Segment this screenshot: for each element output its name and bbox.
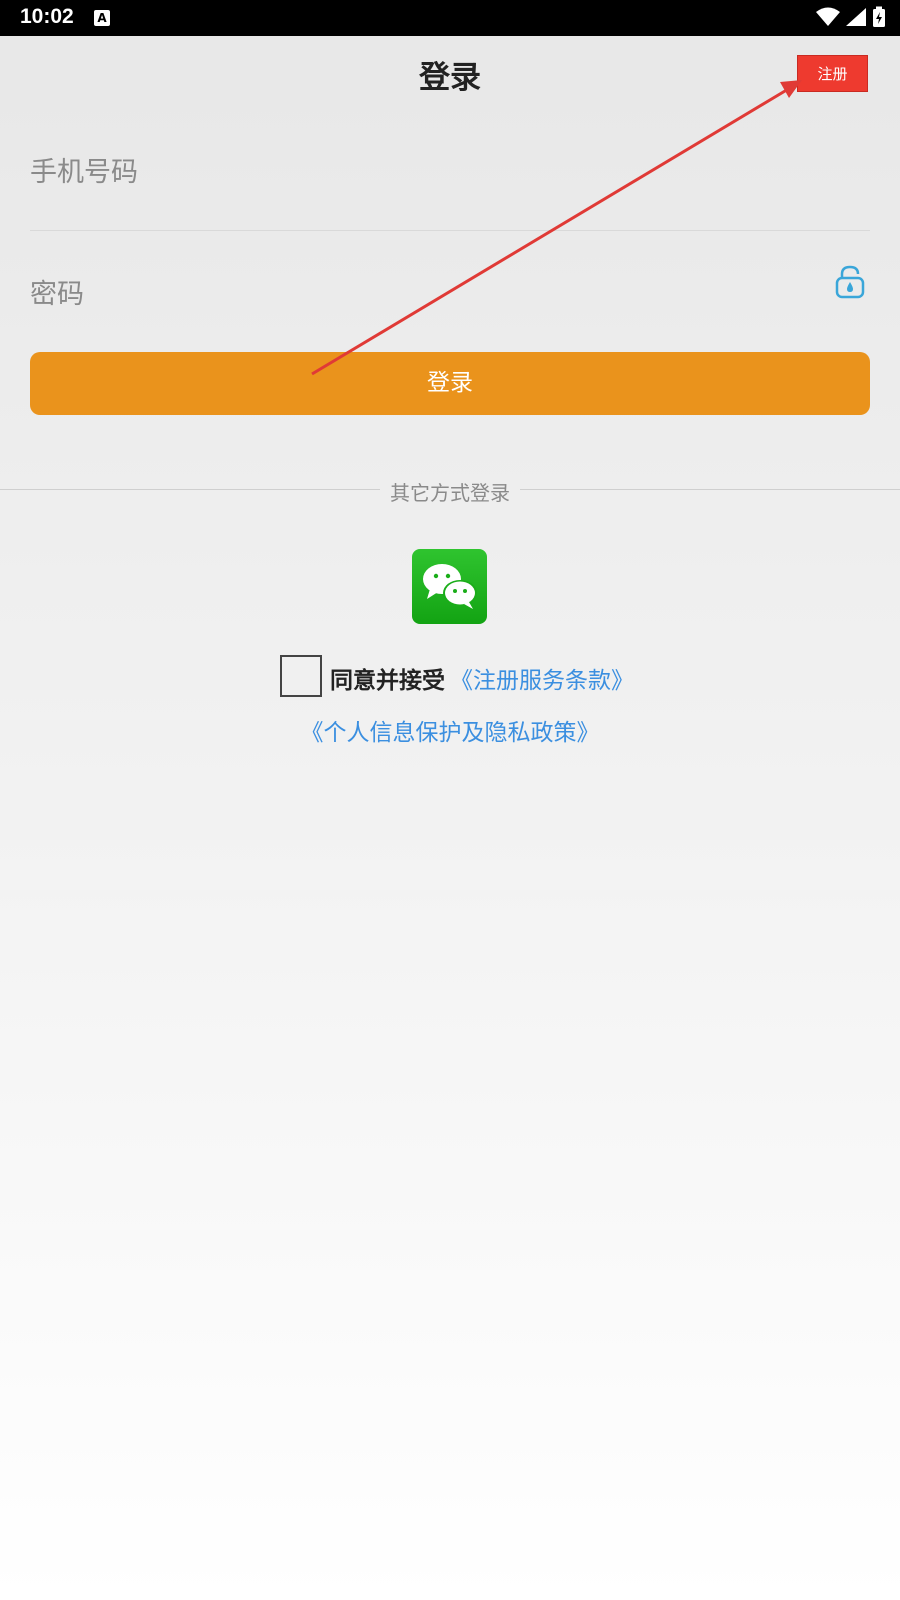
status-icons [815, 6, 886, 30]
input-divider [30, 230, 870, 231]
annotation-arrow [311, 80, 802, 376]
signal-icon [845, 8, 866, 26]
phone-input[interactable]: 手机号码 [30, 150, 870, 190]
divider-right [520, 489, 900, 490]
wifi-icon [815, 7, 840, 26]
status-time: 10:02 [20, 5, 74, 28]
wechat-icon [423, 564, 477, 609]
agree-checkbox[interactable] [280, 655, 322, 697]
password-input[interactable]: 密码 [30, 272, 870, 312]
notification-a-icon: A [94, 10, 110, 26]
terms-link[interactable]: 《注册服务条款》 [450, 661, 634, 695]
agree-text: 同意并接受 [330, 668, 445, 694]
privacy-policy-link[interactable]: 《个人信息保护及隐私政策》 [0, 713, 900, 747]
divider-left [0, 489, 380, 490]
register-button[interactable]: 注册 [797, 55, 868, 92]
lock-toggle-icon[interactable] [834, 265, 866, 299]
login-button[interactable]: 登录 [30, 352, 870, 415]
other-login-label: 其它方式登录 [390, 481, 510, 505]
status-bar: 10:02 A [0, 0, 900, 36]
battery-icon [873, 6, 885, 27]
wechat-login-button[interactable] [412, 549, 487, 624]
page-title: 登录 [419, 60, 481, 96]
